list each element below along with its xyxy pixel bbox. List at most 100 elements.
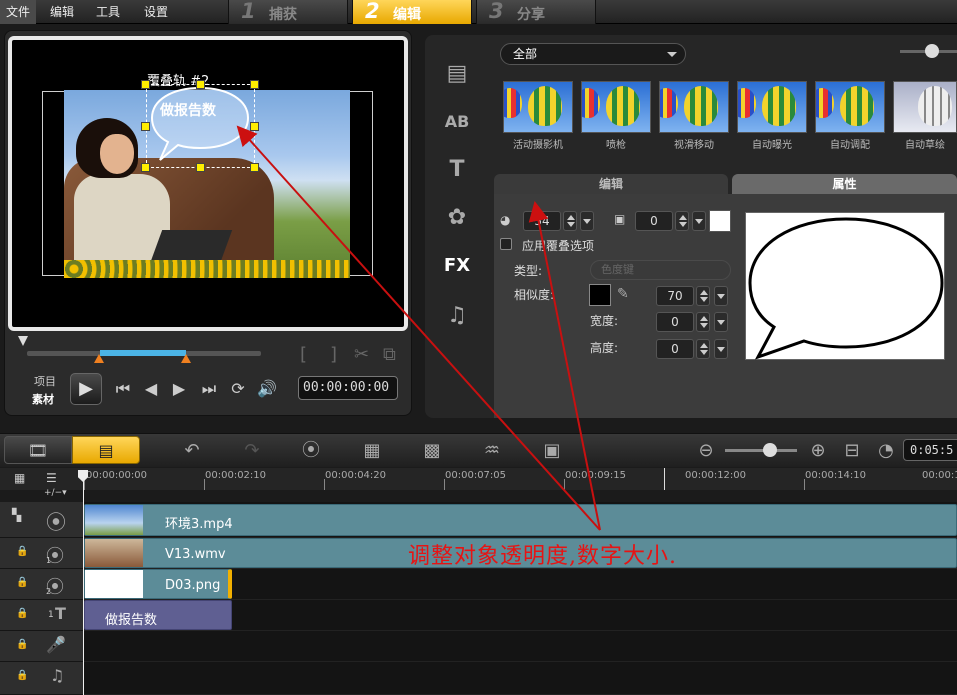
lock-icon[interactable]: 🔒 (16, 670, 28, 681)
mark-out-icon[interactable]: ] (330, 344, 337, 365)
resize-handle[interactable] (250, 122, 259, 131)
filter-thumbnail[interactable] (503, 81, 573, 133)
width-field[interactable]: 0 (656, 312, 694, 332)
step-tab-edit[interactable]: 2 编辑 (352, 0, 472, 24)
width-stepper[interactable] (696, 312, 710, 332)
show-all-tracks-icon[interactable]: ▦ (14, 471, 25, 485)
smart-render-icon[interactable]: ▦ (358, 439, 386, 463)
fit-project-icon[interactable]: ⊟ (838, 439, 866, 463)
add-remove-chapter-icon[interactable]: +∕−▾ (44, 488, 67, 498)
repeat-icon[interactable]: ⟳ (227, 378, 249, 400)
voice-track[interactable] (84, 631, 957, 662)
filter-thumbnail[interactable] (815, 81, 885, 133)
overlay-selection-box[interactable] (146, 84, 255, 168)
overlay-clip[interactable]: D03.png (84, 569, 232, 599)
storyboard-view-button[interactable]: 🎞 (4, 436, 72, 464)
track-manager-icon[interactable]: ▣ (538, 439, 566, 463)
menu-file[interactable]: 文件 (0, 0, 37, 24)
mark-in-icon[interactable]: [ (300, 344, 307, 365)
eyedropper-icon[interactable]: ✎ (617, 286, 629, 302)
resize-handle[interactable] (141, 80, 150, 89)
timeline-playhead[interactable] (83, 470, 84, 695)
border-dropdown[interactable] (692, 211, 706, 231)
lock-icon[interactable]: 🔒 (16, 577, 28, 588)
next-frame-icon[interactable]: ▶ (168, 378, 190, 400)
opacity-stepper[interactable] (563, 211, 577, 231)
border-color-swatch[interactable] (709, 210, 731, 232)
ripple-edit-icon[interactable]: ▚ (12, 508, 21, 522)
opacity-dropdown[interactable] (580, 211, 594, 231)
border-stepper[interactable] (675, 211, 689, 231)
tab-edit[interactable]: 编辑 (494, 174, 728, 194)
previous-frame-icon[interactable]: ◀ (140, 378, 162, 400)
height-dropdown[interactable] (714, 339, 728, 359)
music-track[interactable] (84, 662, 957, 695)
timecode-field[interactable]: 00:00:00:00 (298, 376, 398, 400)
step-tab-share[interactable]: 3 分享 (476, 0, 596, 24)
mode-clip[interactable]: 素材 (32, 391, 54, 407)
trim-end-marker[interactable] (181, 354, 191, 363)
split-clip-icon[interactable]: ✂ (354, 344, 369, 365)
voice-track-header[interactable]: 🔒 🎤 (0, 631, 84, 662)
border-field[interactable]: 0 (635, 211, 673, 231)
filter-thumbnail[interactable] (893, 81, 957, 133)
timeline-view-button[interactable]: ▤ (72, 436, 140, 464)
lock-icon[interactable]: 🔒 (16, 546, 28, 557)
redo-icon[interactable]: ↷ (238, 439, 266, 463)
apply-overlay-checkbox[interactable] (500, 238, 512, 250)
resize-handle[interactable] (141, 122, 150, 131)
play-button[interactable]: ▶ (70, 373, 102, 405)
zoom-out-icon[interactable]: ⊖ (692, 439, 720, 463)
filter-fx-icon[interactable]: FX (440, 252, 474, 280)
title-track-header[interactable]: 🔒 1 T (0, 600, 84, 631)
video-track[interactable]: 环境3.mp4 (84, 502, 957, 538)
timeline-zoom-knob[interactable] (763, 443, 777, 457)
resize-handle[interactable] (196, 163, 205, 172)
track-list-icon[interactable]: ☰ (46, 471, 57, 485)
video-clip[interactable]: 环境3.mp4 (84, 504, 957, 536)
video-track-header[interactable]: ▚ ⦿ (0, 502, 84, 538)
resize-handle[interactable] (141, 163, 150, 172)
opacity-field[interactable]: 54 (523, 211, 561, 231)
go-to-end-icon[interactable]: ⏭ (198, 378, 220, 400)
thumbnail-size-knob[interactable] (925, 44, 939, 58)
menu-tools[interactable]: 工具 (90, 0, 126, 24)
mode-project[interactable]: 项目 (34, 373, 56, 389)
key-color-swatch[interactable] (589, 284, 611, 306)
height-field[interactable]: 0 (656, 339, 694, 359)
enlarge-preview-icon[interactable]: ⧉ (383, 344, 396, 365)
media-library-icon[interactable]: ▤ (440, 60, 474, 88)
similarity-stepper[interactable] (696, 286, 710, 306)
transition-icon[interactable]: AB (440, 108, 474, 136)
category-dropdown[interactable]: 全部 (500, 43, 686, 65)
trim-start-marker[interactable] (94, 354, 104, 363)
volume-icon[interactable]: 🔊 (256, 378, 278, 400)
menu-edit[interactable]: 编辑 (44, 0, 80, 24)
audio-icon[interactable]: ♫ (440, 302, 474, 330)
music-track-header[interactable]: 🔒 ♫ (0, 662, 84, 695)
title-icon[interactable]: T (440, 156, 474, 184)
timeline-zoom-slider[interactable] (725, 449, 797, 452)
lock-icon[interactable]: 🔒 (16, 608, 28, 619)
width-dropdown[interactable] (714, 312, 728, 332)
filter-thumbnail[interactable] (659, 81, 729, 133)
resize-handle[interactable] (250, 80, 259, 89)
filter-thumbnail[interactable] (737, 81, 807, 133)
zoom-in-icon[interactable]: ⊕ (804, 439, 832, 463)
graphic-icon[interactable]: ✿ (440, 204, 474, 232)
overlay-track-2-header[interactable]: 🔒 ⦿ 2 (0, 569, 84, 600)
resize-handle[interactable] (250, 163, 259, 172)
filter-thumbnail[interactable] (581, 81, 651, 133)
mix-icon[interactable]: ▩ (418, 439, 446, 463)
step-tab-capture[interactable]: 1 捕获 (228, 0, 348, 24)
audio-mixer-icon[interactable]: ♒ (478, 439, 506, 463)
title-clip[interactable]: 做报告数 (84, 600, 232, 630)
title-track[interactable]: 做报告数 (84, 600, 957, 631)
lock-icon[interactable]: 🔒 (16, 639, 28, 650)
menu-settings[interactable]: 设置 (138, 0, 174, 24)
go-to-start-icon[interactable]: ⏮ (112, 378, 134, 400)
resize-handle[interactable] (196, 80, 205, 89)
height-stepper[interactable] (696, 339, 710, 359)
similarity-field[interactable]: 70 (656, 286, 694, 306)
type-dropdown[interactable]: 色度键 (590, 260, 731, 280)
